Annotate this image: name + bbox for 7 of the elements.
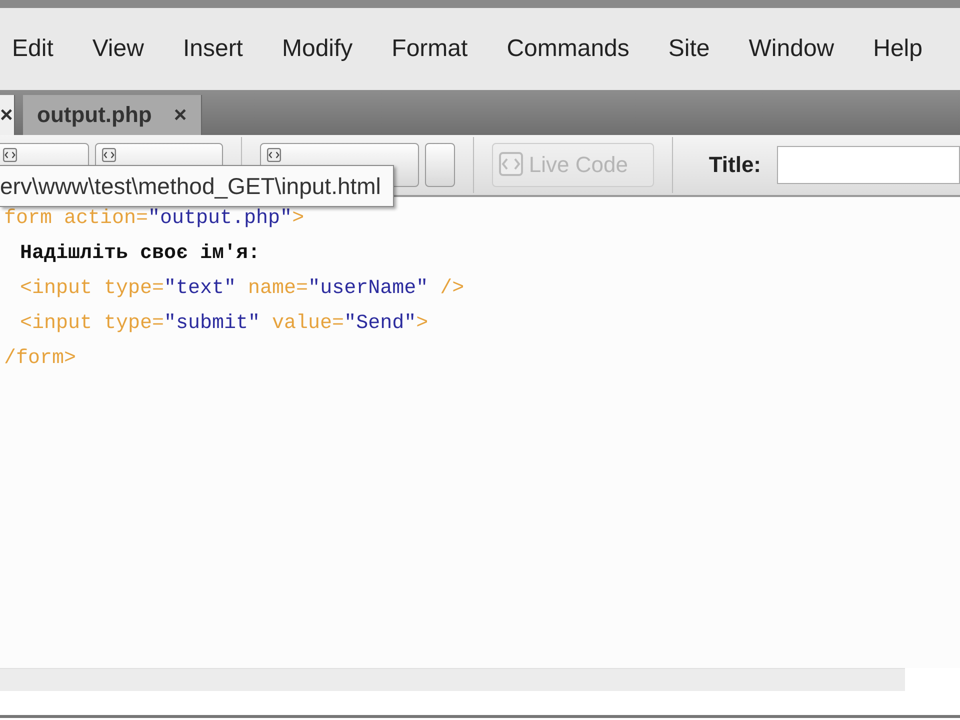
file-path-tooltip: erv\www\test\method_GET\input.html: [0, 165, 394, 207]
code-line: <input type="submit" value="Send">: [19, 311, 430, 337]
code-line: /form>: [3, 346, 78, 372]
title-label: Title:: [708, 152, 762, 178]
code-line: <input type="text" name="userName" />: [19, 276, 466, 302]
code-line: Надішліть своє ім'я:: [19, 241, 262, 267]
code-line: form action="output.php">: [3, 206, 306, 232]
